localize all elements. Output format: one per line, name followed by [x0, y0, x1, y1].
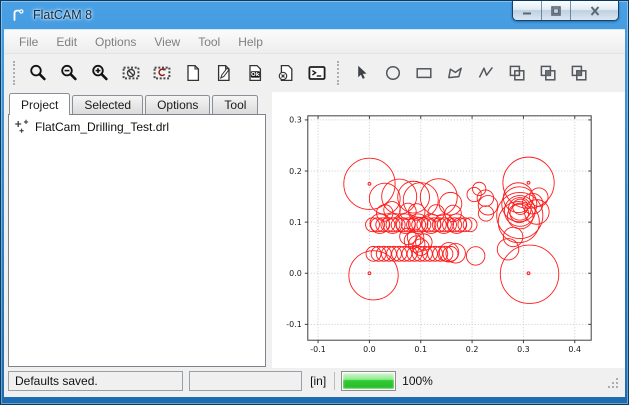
- status-separator: [334, 372, 335, 390]
- maximize-icon: [549, 5, 563, 17]
- toolbar-drag-handle[interactable]: [13, 61, 15, 85]
- left-panel: Project Selected Options Tool FlatCam_Dr…: [8, 92, 266, 368]
- zoom-fit-icon: [28, 63, 48, 83]
- draw-polygon-tool-button[interactable]: [439, 58, 470, 88]
- svg-text:0.1: 0.1: [289, 218, 302, 227]
- polygon-subtract-tool-button[interactable]: [563, 58, 594, 88]
- svg-text:Ok: Ok: [251, 72, 260, 78]
- tab-project[interactable]: Project: [9, 93, 70, 115]
- svg-text:-0.1: -0.1: [286, 320, 302, 329]
- caption-buttons: [512, 1, 619, 21]
- main-area: Project Selected Options Tool FlatCam_Dr…: [4, 92, 625, 368]
- toolbar: Ok: [4, 54, 625, 92]
- status-secondary-field: [189, 371, 302, 391]
- draw-rectangle-tool-button[interactable]: [408, 58, 439, 88]
- units-label: [in]: [308, 374, 328, 388]
- save-ok-document-button[interactable]: Ok: [239, 58, 270, 88]
- resize-grip[interactable]: [606, 376, 620, 390]
- minimize-icon: [520, 5, 534, 17]
- menu-file[interactable]: File: [10, 32, 47, 52]
- progress-bar: [341, 371, 396, 391]
- zoom-in-button[interactable]: [84, 58, 115, 88]
- union-icon: [507, 63, 527, 83]
- close-icon: [588, 5, 602, 17]
- delete-document-button[interactable]: [270, 58, 301, 88]
- progress-percent-label: 100%: [402, 374, 433, 388]
- clear-plot-button[interactable]: [115, 58, 146, 88]
- zoom-in-icon: [90, 63, 110, 83]
- new-document-button[interactable]: [177, 58, 208, 88]
- clear-plot-icon: [121, 63, 141, 83]
- tab-tool[interactable]: Tool: [212, 95, 258, 114]
- polygon-intersection-tool-button[interactable]: [532, 58, 563, 88]
- replot-button[interactable]: [146, 58, 177, 88]
- progress-fill: [343, 373, 394, 389]
- svg-text:0.0: 0.0: [289, 269, 302, 278]
- svg-text:0.2: 0.2: [466, 345, 479, 354]
- titlebar[interactable]: FlatCAM 8: [1, 1, 628, 29]
- circle-icon: [383, 63, 403, 83]
- menu-edit[interactable]: Edit: [47, 32, 86, 52]
- open-document-button[interactable]: [208, 58, 239, 88]
- menu-help[interactable]: Help: [229, 32, 272, 52]
- menu-view[interactable]: View: [145, 32, 189, 52]
- client-area: File Edit Options View Tool Help: [4, 29, 625, 397]
- status-message-field: Defaults saved.: [8, 371, 183, 391]
- drill-plot: -0.1 0.0 0.1 0.2 0.3 0.4 -0.1 0.0 0.1 0.2 0.3: [272, 92, 625, 368]
- drill-marks-icon: [14, 119, 30, 135]
- svg-text:0.2: 0.2: [289, 167, 302, 176]
- menu-options[interactable]: Options: [86, 32, 145, 52]
- svg-text:0.1: 0.1: [414, 345, 427, 354]
- tree-item-drill-file[interactable]: FlatCam_Drilling_Test.drl: [11, 117, 263, 137]
- window-title: FlatCAM 8: [33, 8, 92, 22]
- tab-selected[interactable]: Selected: [72, 95, 143, 114]
- new-document-icon: [183, 63, 203, 83]
- statusbar: Defaults saved. [in] 100%: [4, 368, 625, 397]
- replot-icon: [152, 63, 172, 83]
- zoom-out-button[interactable]: [53, 58, 84, 88]
- app-icon: [10, 7, 26, 23]
- polygon-union-tool-button[interactable]: [501, 58, 532, 88]
- zoom-out-icon: [59, 63, 79, 83]
- zoom-fit-button[interactable]: [22, 58, 53, 88]
- svg-text:0.4: 0.4: [568, 345, 581, 354]
- draw-path-tool-button[interactable]: [470, 58, 501, 88]
- project-tree[interactable]: FlatCam_Drilling_Test.drl: [8, 114, 266, 367]
- shell-button[interactable]: [301, 58, 332, 88]
- svg-text:-0.1: -0.1: [310, 345, 326, 354]
- minimize-button[interactable]: [513, 1, 542, 20]
- polygon-icon: [445, 63, 465, 83]
- menu-tool[interactable]: Tool: [189, 32, 229, 52]
- tree-item-label: FlatCam_Drilling_Test.drl: [35, 120, 169, 134]
- tab-bar: Project Selected Options Tool: [8, 92, 266, 114]
- intersection-icon: [538, 63, 558, 83]
- tab-options[interactable]: Options: [145, 95, 210, 114]
- menubar: File Edit Options View Tool Help: [4, 30, 625, 54]
- open-document-icon: [214, 63, 234, 83]
- select-tool-button[interactable]: [346, 58, 377, 88]
- delete-document-icon: [276, 63, 296, 83]
- draw-circle-tool-button[interactable]: [377, 58, 408, 88]
- status-message: Defaults saved.: [15, 374, 98, 388]
- svg-text:0.3: 0.3: [517, 345, 530, 354]
- maximize-button[interactable]: [542, 1, 571, 20]
- app-window: FlatCAM 8 File Edit Options View Tool He…: [0, 0, 629, 405]
- save-ok-document-icon: Ok: [245, 63, 265, 83]
- subtract-icon: [569, 63, 589, 83]
- plot-canvas[interactable]: -0.1 0.0 0.1 0.2 0.3 0.4 -0.1 0.0 0.1 0.2 0.3: [272, 92, 625, 368]
- svg-text:0.3: 0.3: [289, 116, 302, 125]
- rectangle-icon: [414, 63, 434, 83]
- shell-icon: [307, 63, 327, 83]
- editor-toolbar-drag-handle[interactable]: [337, 61, 339, 85]
- path-icon: [476, 63, 496, 83]
- svg-text:0.0: 0.0: [363, 345, 376, 354]
- close-button[interactable]: [571, 1, 618, 20]
- select-cursor-icon: [352, 63, 372, 83]
